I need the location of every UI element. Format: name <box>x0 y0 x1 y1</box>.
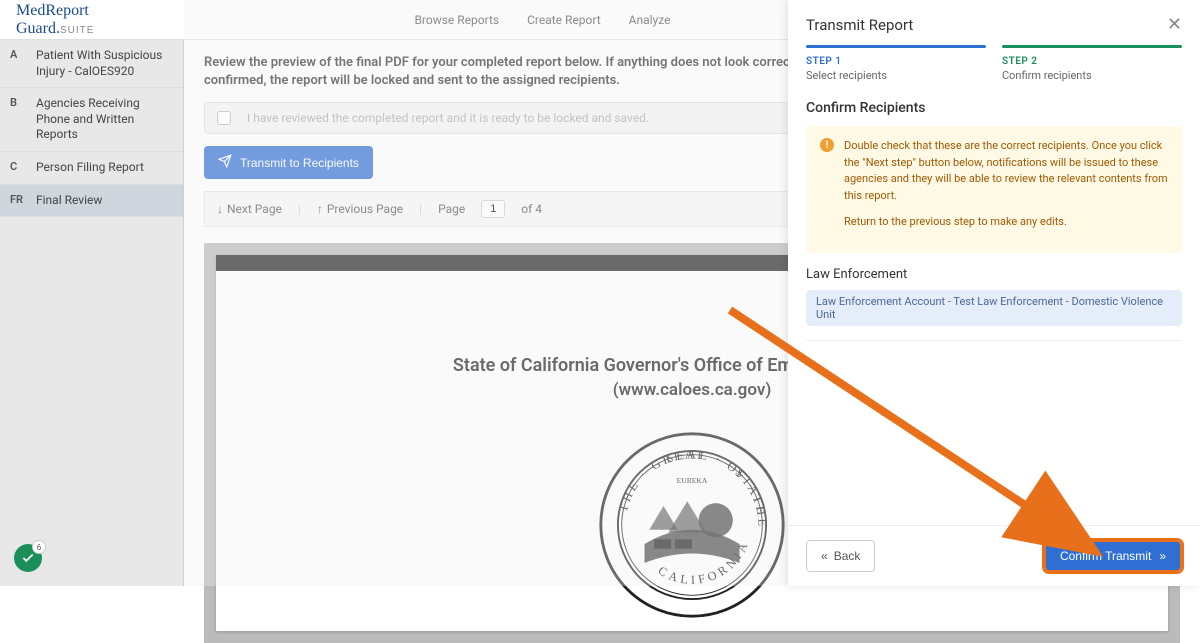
steps: STEP 1 Select recipients STEP 2 Confirm … <box>788 45 1200 90</box>
warning-text-2: Return to the previous step to make any … <box>844 214 1168 231</box>
sidebar-item-fr[interactable]: FR Final Review <box>0 185 183 218</box>
confirm-button-label: Confirm Transmit <box>1060 549 1151 563</box>
arrow-up-icon: ↑ <box>317 202 323 216</box>
check-icon <box>21 551 35 565</box>
page-input[interactable] <box>481 200 505 218</box>
close-icon: ✕ <box>1167 14 1182 34</box>
arrow-down-icon: ↓ <box>217 202 223 216</box>
step-desc: Select recipients <box>806 69 986 82</box>
next-page-button[interactable]: ↓ Next Page <box>217 202 282 216</box>
transmit-button[interactable]: Transmit to Recipients <box>204 146 373 179</box>
confirm-transmit-button[interactable]: Confirm Transmit » <box>1044 540 1182 572</box>
back-button[interactable]: « Back <box>806 540 875 572</box>
warning-text-1: Double check that these are the correct … <box>844 138 1168 204</box>
transmit-panel: Transmit Report ✕ STEP 1 Select recipien… <box>788 0 1200 586</box>
sidebar-item-label: Patient With Suspicious Injury - CalOES9… <box>36 48 173 79</box>
logo: MedReport Guard.SUITE <box>16 2 94 38</box>
close-button[interactable]: ✕ <box>1167 14 1182 35</box>
sidebar-item-a[interactable]: A Patient With Suspicious Injury - CalOE… <box>0 40 183 88</box>
chevron-right-icon: » <box>1159 549 1166 563</box>
recipient-chip[interactable]: Law Enforcement Account - Test Law Enfor… <box>806 290 1182 326</box>
chevron-left-icon: « <box>821 549 828 563</box>
next-page-label: Next Page <box>227 202 282 216</box>
sidebar-badge: C <box>10 160 28 173</box>
warning-box: ! Double check that these are the correc… <box>806 126 1182 253</box>
sidebar-badge: A <box>10 48 28 61</box>
back-button-label: Back <box>834 549 861 563</box>
law-enforcement-title: Law Enforcement <box>806 267 1182 282</box>
svg-text:EUREKA: EUREKA <box>677 477 708 486</box>
step-2[interactable]: STEP 2 Confirm recipients <box>1002 45 1182 82</box>
confirm-recipients-title: Confirm Recipients <box>806 100 1182 116</box>
prev-page-button[interactable]: ↑ Previous Page <box>317 202 403 216</box>
step-desc: Confirm recipients <box>1002 69 1182 82</box>
sidebar-item-label: Agencies Receiving Phone and Written Rep… <box>36 96 173 143</box>
warning-icon: ! <box>820 138 834 152</box>
transmit-button-label: Transmit to Recipients <box>240 156 359 170</box>
success-count-badge: 6 <box>32 540 46 554</box>
sidebar-badge: FR <box>10 193 28 206</box>
sidebar-item-b[interactable]: B Agencies Receiving Phone and Written R… <box>0 88 183 152</box>
page-label: Page <box>438 202 465 216</box>
step-label: STEP 1 <box>806 56 986 67</box>
success-indicator[interactable]: 6 <box>14 544 42 572</box>
review-checkbox[interactable] <box>217 111 231 125</box>
page-of: of 4 <box>521 202 542 216</box>
step-label: STEP 2 <box>1002 56 1182 67</box>
sidebar: A Patient With Suspicious Injury - CalOE… <box>0 0 184 586</box>
panel-title: Transmit Report <box>806 16 913 34</box>
sidebar-item-label: Final Review <box>36 193 173 209</box>
send-icon <box>218 154 232 171</box>
state-seal-icon: THE · GREAT SEAL · OF · THE STATE · OF C… <box>597 430 787 620</box>
prev-page-label: Previous Page <box>327 202 403 216</box>
step-1[interactable]: STEP 1 Select recipients <box>806 45 986 82</box>
sidebar-item-label: Person Filing Report <box>36 160 173 176</box>
sidebar-badge: B <box>10 96 28 109</box>
sidebar-item-c[interactable]: C Person Filing Report <box>0 152 183 185</box>
